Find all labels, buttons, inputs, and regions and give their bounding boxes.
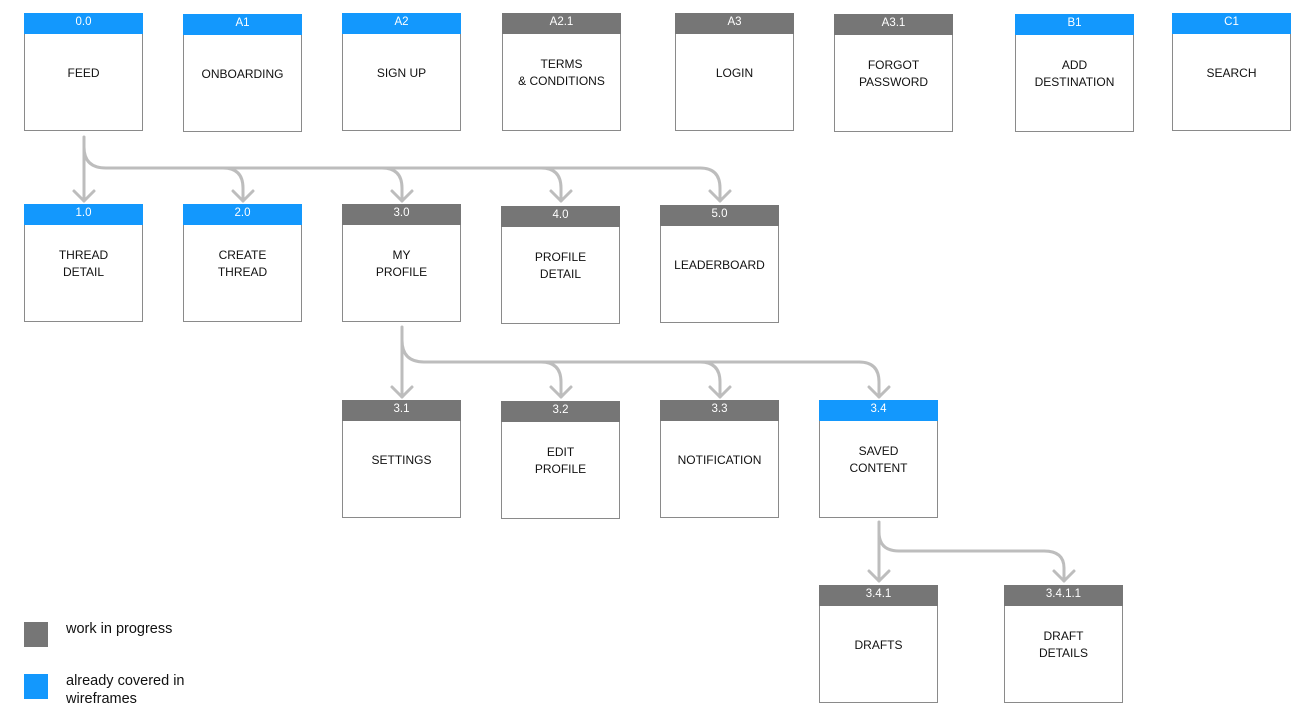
node-id-badge: 5.0	[660, 205, 779, 226]
node-title: ONBOARDING	[201, 66, 284, 81]
node-id-badge: A2	[342, 13, 461, 34]
arrowhead	[1052, 569, 1076, 583]
arrowhead	[549, 189, 573, 203]
arrowhead	[549, 385, 573, 399]
legend-swatch-work-in-progress	[24, 622, 48, 647]
screen-node-draft-details[interactable]: 3.4.1.1 DRAFT DETAILS	[1004, 585, 1123, 703]
node-id-badge: 1.0	[24, 204, 143, 225]
node-id-badge: 3.1	[342, 400, 461, 421]
screen-node-search[interactable]: C1 SEARCH	[1172, 13, 1291, 131]
edge-feed-to-create-thread	[221, 166, 245, 203]
screen-node-login[interactable]: A3 LOGIN	[675, 13, 794, 131]
arrowhead	[708, 385, 732, 399]
edge-feed-to-my-profile	[380, 166, 404, 203]
screen-node-saved-content[interactable]: 3.4 SAVED CONTENT	[819, 400, 938, 518]
screen-node-drafts[interactable]: 3.4.1 DRAFTS	[819, 585, 938, 703]
arrowhead	[72, 189, 96, 203]
screen-node-notification[interactable]: 3.3 NOTIFICATION	[660, 400, 779, 518]
node-title: SIGN UP	[376, 65, 427, 80]
node-title: CREATE THREAD	[217, 248, 268, 279]
node-id-badge: 3.3	[660, 400, 779, 421]
node-id-badge: 3.4.1	[819, 585, 938, 606]
node-title: FEED	[67, 65, 100, 80]
legend-swatch-already-covered	[24, 674, 48, 699]
node-id-badge: 4.0	[501, 206, 620, 227]
arrowhead	[390, 189, 414, 203]
node-id-badge: 3.4.1.1	[1004, 585, 1123, 606]
legend-label-work-in-progress: work in progress	[66, 621, 173, 637]
screen-node-terms-conditions[interactable]: A2.1 TERMS & CONDITIONS	[502, 13, 621, 131]
screen-node-profile-detail[interactable]: 4.0 PROFILE DETAIL	[501, 206, 620, 324]
screen-node-sign-up[interactable]: A2 SIGN UP	[342, 13, 461, 131]
edge-feed-to-profile-detail	[539, 166, 563, 203]
edge-saved-trunk	[877, 530, 1046, 553]
node-id-badge: 2.0	[183, 204, 302, 225]
node-title: EDIT PROFILE	[534, 445, 587, 476]
screen-node-feed[interactable]: 0.0 FEED	[24, 13, 143, 131]
node-id-badge: A3	[675, 13, 794, 34]
edge-feed-to-leaderboard	[698, 166, 722, 203]
edge-profile-to-saved-content	[857, 360, 881, 399]
arrowhead	[867, 569, 891, 583]
node-id-badge: 3.4	[819, 400, 938, 421]
node-title: ADD DESTINATION	[1034, 58, 1115, 89]
node-id-badge: A1	[183, 14, 302, 35]
node-title: SEARCH	[1206, 65, 1257, 80]
arrowhead	[867, 385, 891, 399]
legend-label-already-covered: already covered in wireframes	[66, 673, 185, 707]
node-title: FORGOT PASSWORD	[858, 58, 929, 89]
edge-profile-to-edit-profile	[539, 360, 563, 399]
node-id-badge: 0.0	[24, 13, 143, 34]
screen-node-forgot-password[interactable]: A3.1 FORGOT PASSWORD	[834, 14, 953, 132]
node-title: DRAFT DETAILS	[1038, 629, 1089, 660]
screen-node-thread-detail[interactable]: 1.0 THREAD DETAIL	[24, 204, 143, 322]
screen-node-settings[interactable]: 3.1 SETTINGS	[342, 400, 461, 518]
screen-node-onboarding[interactable]: A1 ONBOARDING	[183, 14, 302, 132]
node-title: TERMS & CONDITIONS	[518, 57, 605, 88]
edge-profile-trunk	[400, 338, 861, 364]
arrowhead	[231, 189, 255, 203]
node-title: SETTINGS	[371, 452, 432, 467]
node-title: DRAFTS	[854, 637, 903, 652]
screen-node-add-destination[interactable]: B1 ADD DESTINATION	[1015, 14, 1134, 132]
screen-node-my-profile[interactable]: 3.0 MY PROFILE	[342, 204, 461, 322]
node-title: LEADERBOARD	[674, 257, 765, 272]
node-id-badge: 3.0	[342, 204, 461, 225]
node-title: SAVED CONTENT	[849, 444, 908, 475]
node-id-badge: B1	[1015, 14, 1134, 35]
node-id-badge: A2.1	[502, 13, 621, 34]
edge-feed-trunk	[82, 145, 702, 170]
node-title: PROFILE DETAIL	[534, 250, 587, 281]
node-title: NOTIFICATION	[677, 452, 762, 467]
screen-node-leaderboard[interactable]: 5.0 LEADERBOARD	[660, 205, 779, 323]
node-id-badge: A3.1	[834, 14, 953, 35]
node-id-badge: C1	[1172, 13, 1291, 34]
edge-profile-to-notification	[698, 360, 722, 399]
arrowhead	[390, 385, 414, 399]
node-title: THREAD DETAIL	[58, 248, 109, 279]
edge-saved-to-draft-details	[1042, 549, 1066, 583]
arrowhead	[708, 189, 732, 203]
node-title: LOGIN	[715, 65, 754, 80]
screen-node-create-thread[interactable]: 2.0 CREATE THREAD	[183, 204, 302, 322]
screen-node-edit-profile[interactable]: 3.2 EDIT PROFILE	[501, 401, 620, 519]
node-id-badge: 3.2	[501, 401, 620, 422]
node-title: MY PROFILE	[375, 248, 428, 279]
